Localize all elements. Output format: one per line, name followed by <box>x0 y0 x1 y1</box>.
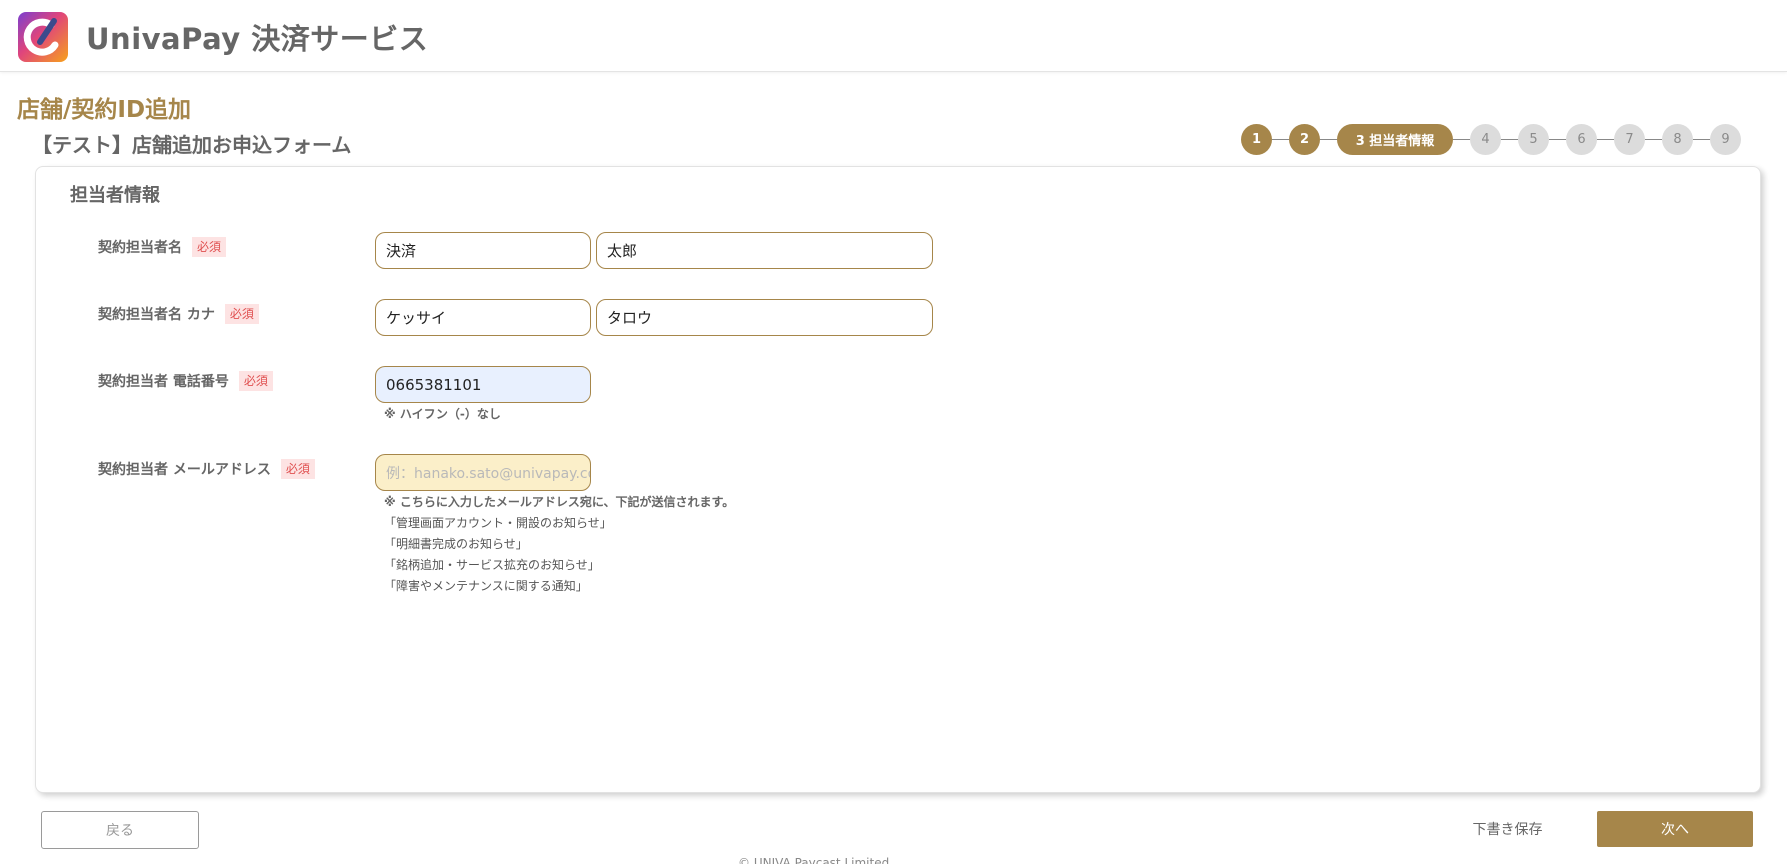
form-title: 【テスト】店舗追加お申込フォーム <box>32 133 352 157</box>
app-header: UnivaPay 決済サービス <box>0 0 1787 72</box>
step-connector <box>1597 139 1614 140</box>
step-6: 6 <box>1566 124 1597 155</box>
required-badge: 必須 <box>280 459 315 479</box>
next-button[interactable]: 次へ <box>1597 811 1753 847</box>
field-label-phone: 契約担当者 電話番号 必須 <box>98 371 273 391</box>
email-hint-item: 「銘柄追加・サービス拡充のお知らせ」 <box>384 558 600 572</box>
required-badge: 必須 <box>192 237 227 257</box>
step-2[interactable]: 2 <box>1289 124 1320 155</box>
step-connector <box>1693 139 1710 140</box>
field-label-kana: 契約担当者名 カナ 必須 <box>98 304 259 324</box>
page-title: 店舗/契約ID追加 <box>17 97 192 123</box>
step-8: 8 <box>1662 124 1693 155</box>
step-3-current: 3 担当者情報 <box>1337 124 1453 155</box>
email-input[interactable]: 例：hanako.sato@univapay.com <box>375 454 591 491</box>
step-connector <box>1320 139 1337 140</box>
step-7: 7 <box>1614 124 1645 155</box>
label-text: 契約担当者 メールアドレス <box>98 462 271 478</box>
first-name-kana-input[interactable]: タロウ <box>596 299 933 336</box>
label-text: 契約担当者 電話番号 <box>98 374 229 390</box>
form-card: 担当者情報 契約担当者名 必須 決済 太郎 契約担当者名 カナ 必須 ケッサイ … <box>35 166 1761 793</box>
step-9: 9 <box>1710 124 1741 155</box>
step-5: 5 <box>1518 124 1549 155</box>
first-name-input[interactable]: 太郎 <box>596 232 933 269</box>
last-name-input[interactable]: 決済 <box>375 232 591 269</box>
app-title: UnivaPay 決済サービス <box>86 22 429 56</box>
email-hint-item: 「管理画面アカウント・開設のお知らせ」 <box>384 516 612 530</box>
last-name-kana-input[interactable]: ケッサイ <box>375 299 591 336</box>
step-connector <box>1453 139 1470 140</box>
step-4: 4 <box>1470 124 1501 155</box>
field-label-email: 契約担当者 メールアドレス 必須 <box>98 459 315 479</box>
phone-hint: ※ ハイフン（-）なし <box>384 407 501 421</box>
footer-copyright: © UNIVA Paycast Limited <box>738 856 890 864</box>
email-hint-intro: ※ こちらに入力したメールアドレス宛に、下記が送信されます。 <box>384 495 735 509</box>
required-badge: 必須 <box>238 371 273 391</box>
step-connector <box>1645 139 1662 140</box>
field-label-name: 契約担当者名 必須 <box>98 237 227 257</box>
step-connector <box>1272 139 1289 140</box>
label-text: 契約担当者名 カナ <box>98 307 215 323</box>
step-connector <box>1549 139 1566 140</box>
step-connector <box>1501 139 1518 140</box>
email-hint: ※ こちらに入力したメールアドレス宛に、下記が送信されます。 「管理画面アカウン… <box>384 492 734 597</box>
back-button[interactable]: 戻る <box>41 811 199 849</box>
section-title: 担当者情報 <box>70 185 160 206</box>
step-1[interactable]: 1 <box>1241 124 1272 155</box>
phone-input[interactable]: 0665381101 <box>375 366 591 403</box>
email-hint-item: 「明細書完成のお知らせ」 <box>384 537 528 551</box>
label-text: 契約担当者名 <box>98 240 182 256</box>
univapay-logo-icon[interactable] <box>18 12 68 62</box>
save-draft-button[interactable]: 下書き保存 <box>1450 811 1565 847</box>
email-hint-item: 「障害やメンテナンスに関する通知」 <box>384 579 588 593</box>
required-badge: 必須 <box>224 304 259 324</box>
